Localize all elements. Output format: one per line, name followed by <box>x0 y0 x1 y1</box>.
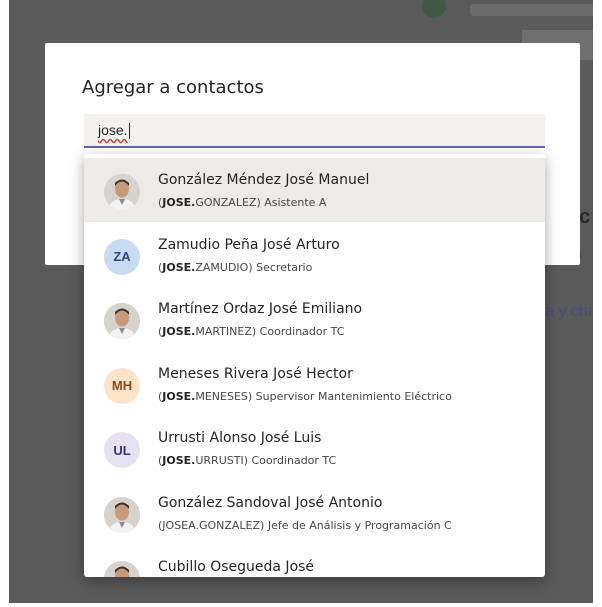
contact-photo-avatar <box>104 174 140 210</box>
window-border-left <box>0 0 9 607</box>
contact-name: Zamudio Peña José Arturo <box>158 236 340 253</box>
matched-text: JOSE. <box>162 325 196 338</box>
contact-detail: (JOSE.ZAMUDIO) Secretario <box>158 260 313 274</box>
contact-result-item[interactable]: MH Meneses Rivera José Hector (JOSE.MENESE… <box>84 352 545 416</box>
contact-name: Martínez Ordaz José Emiliano <box>158 301 363 317</box>
contact-result-item[interactable]: Martínez Ordaz José Emiliano (JOSE.MARTIN… <box>84 287 545 351</box>
matched-text: JOSE. <box>162 454 196 467</box>
contact-initials-avatar: ZA <box>104 238 140 275</box>
search-input-value[interactable]: jose. <box>98 122 128 138</box>
contact-name: González Sandoval José Antonio <box>158 494 383 511</box>
contact-result-item[interactable]: Cubillo Osegueda José <box>84 545 545 577</box>
contact-photo-avatar <box>104 496 140 533</box>
contact-result-item[interactable]: González Méndez José Manuel (JOSE.GONZALE… <box>84 158 545 222</box>
matched-text: JOSE. <box>162 389 196 403</box>
contact-search-input[interactable]: jose. <box>84 114 545 148</box>
background-search-bar <box>470 4 602 16</box>
dialog-title: Agregar a contactos <box>82 77 264 98</box>
matched-text: JOSE. <box>162 196 196 209</box>
contact-initials-avatar: UL <box>104 432 140 468</box>
window-border-bottom <box>0 603 602 607</box>
window-border-right <box>593 0 602 607</box>
contact-detail: (JOSE.URRUSTI) Coordinador TC <box>158 454 337 467</box>
contact-name: Cubillo Osegueda José <box>158 559 315 575</box>
contact-initials-avatar: MH <box>104 367 140 404</box>
contact-detail: (JOSE.MARTINEZ) Coordinador TC <box>158 325 345 338</box>
contact-detail: (JOSE.MENESES) Supervisor Mantenimiento … <box>158 389 452 403</box>
contact-detail: (JOSE.GONZALEZ) Asistente A <box>158 196 327 209</box>
contact-name: Meneses Rivera José Hector <box>158 365 353 382</box>
contact-name: González Méndez José Manuel <box>158 172 370 188</box>
search-results-dropdown: González Méndez José Manuel (JOSE.GONZALE… <box>84 154 545 577</box>
contact-result-item[interactable]: González Sandoval José Antonio (JOSEA.GON… <box>84 481 545 545</box>
contact-name: Urrusti Alonso José Luis <box>158 430 322 446</box>
contact-photo-avatar <box>104 303 140 339</box>
contact-result-item[interactable]: ZA Zamudio Peña José Arturo (JOSE.ZAMUDIO)… <box>84 223 545 287</box>
text-cursor <box>129 123 130 139</box>
matched-text: JOSE. <box>162 260 196 274</box>
background-link-fragment: a y cha <box>545 303 597 320</box>
contact-result-item[interactable]: UL Urrusti Alonso José Luis (JOSE.URRUSTI)… <box>84 416 545 480</box>
contact-detail: (JOSEA.GONZALEZ) Jefe de Análisis y Prog… <box>158 518 452 532</box>
contact-photo-avatar <box>104 561 140 577</box>
